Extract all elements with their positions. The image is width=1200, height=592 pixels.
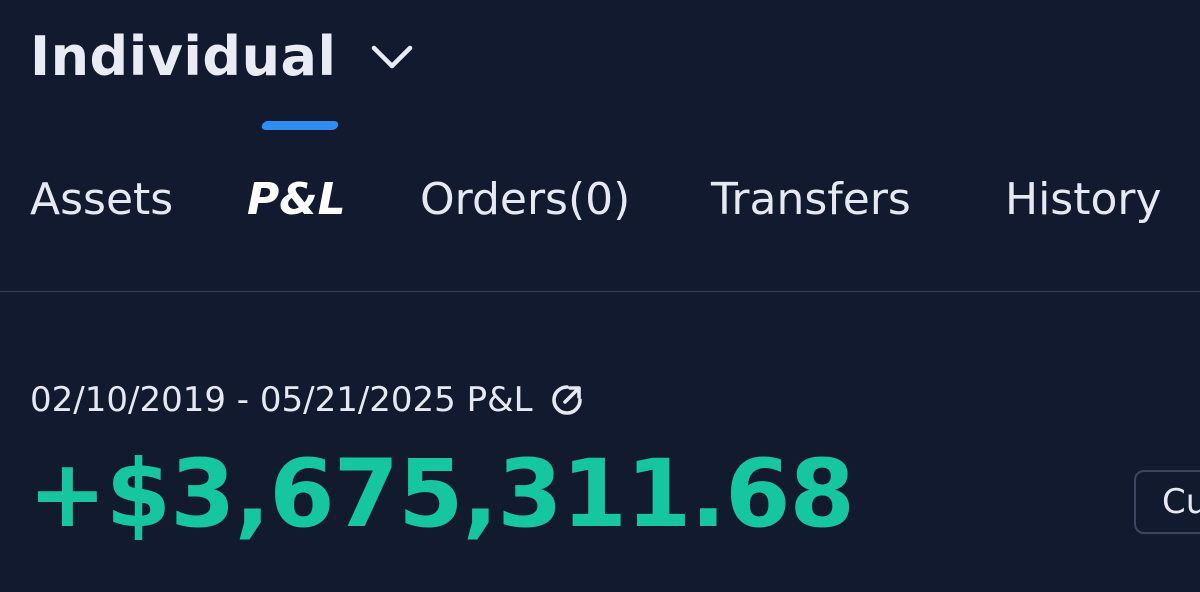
tab-orders[interactable]: Orders(0) [420, 178, 630, 222]
pl-date-range-label: 02/10/2019 - 05/21/2025 P&L [30, 380, 533, 420]
account-name: Individual [30, 25, 337, 88]
pl-screen: Individual Assets P&L Orders(0) Transfer… [0, 0, 1200, 592]
tab-history[interactable]: History [1005, 178, 1162, 222]
share-icon[interactable] [549, 382, 585, 418]
tab-assets[interactable]: Assets [30, 178, 173, 222]
pl-date-range: 02/10/2019 - 05/21/2025 P&L [30, 382, 585, 418]
currency-button[interactable]: Cu [1134, 470, 1200, 534]
chevron-down-icon[interactable] [370, 42, 414, 72]
tab-bar: Assets P&L Orders(0) Transfers History [0, 160, 1200, 292]
tab-pl[interactable]: P&L [247, 178, 346, 222]
account-selector[interactable]: Individual [30, 22, 414, 92]
pl-total-value: +$3,675,311.68 [28, 440, 855, 549]
active-tab-indicator [260, 121, 340, 130]
tab-transfers[interactable]: Transfers [711, 178, 911, 222]
tab-divider [0, 291, 1200, 292]
